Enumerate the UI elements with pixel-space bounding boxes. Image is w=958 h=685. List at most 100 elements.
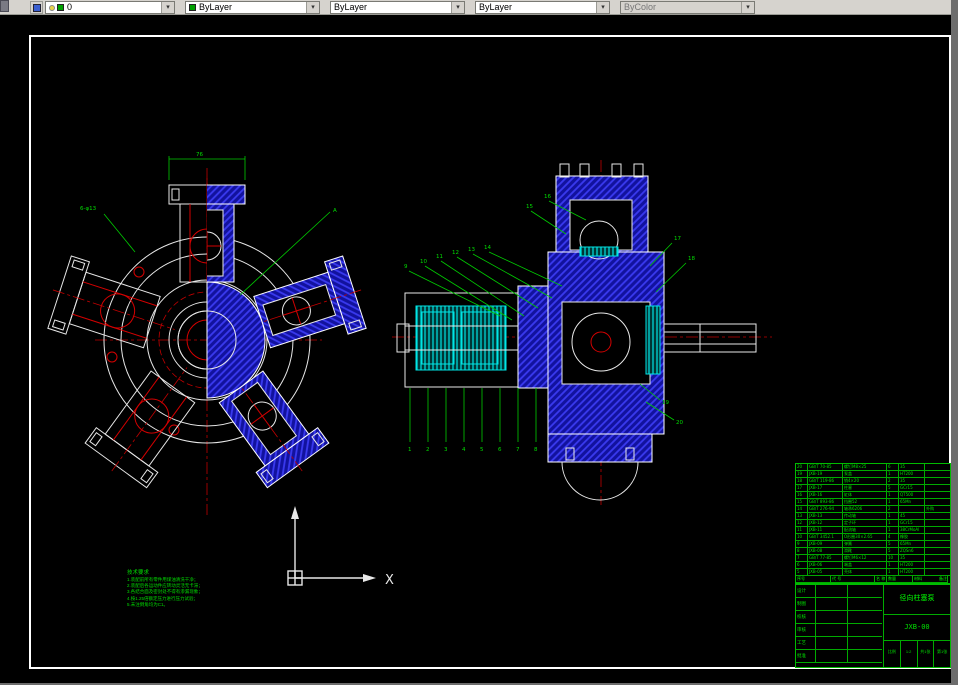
signature-name-cell <box>816 637 848 650</box>
table-header-row: 序号 代 号 名 称 数量 材料 备注 <box>796 576 950 583</box>
table-row: 14 GB/T 276-94 轴承6206 2 外购 <box>796 506 950 513</box>
cell-remark: 外购 <box>925 506 950 513</box>
cell-code: JXB-19 <box>808 471 843 478</box>
cell-qty: 4 <box>887 534 899 541</box>
current-color-swatch <box>189 4 196 11</box>
color-combo-value: ByLayer <box>199 2 233 12</box>
note-line: 3.各结合面及密封处不得有渗漏现象； <box>127 589 203 595</box>
cell-material: HT200 <box>899 562 925 569</box>
cell-material: HT200 <box>899 471 925 478</box>
color-combo[interactable]: ByLayer ▾ <box>185 1 320 14</box>
shaft-end <box>396 323 410 353</box>
cell-qty: 1 <box>887 569 899 576</box>
lineweight-combo-value: ByLayer <box>479 2 513 12</box>
flange-section <box>517 285 549 389</box>
bolt <box>579 163 590 178</box>
callout-label: 9 <box>404 264 408 270</box>
cell-remark <box>925 471 950 478</box>
note-line: 5.未注倒角均为C1。 <box>127 601 169 607</box>
dimension-label: 76 <box>196 152 203 158</box>
cell-code: GB/T 3452.1 <box>808 534 843 541</box>
title-block-meta: 比例 1:2 共1张 第1张 <box>884 641 950 667</box>
cell-qty: 2 <box>887 506 899 513</box>
lineweight-combo[interactable]: ByLayer ▾ <box>475 1 610 14</box>
notes-title: 技术要求 <box>127 570 150 576</box>
cell-remark <box>925 534 950 541</box>
cell-material: HT200 <box>899 569 925 576</box>
cell-item-no: 16 <box>796 492 808 499</box>
title-block: 设计 制图 校核 审核 工艺 批准 径向柱塞泵 JXB-00 比例 1:2 共1… <box>795 584 951 668</box>
cell-remark <box>925 541 950 548</box>
cell-name: 滑靴 <box>843 548 887 555</box>
table-row: 11 JXB-11 配流轴 1 38CrMoAl <box>796 527 950 534</box>
cad-application: { "colors": { "section_blue": "#2222cc",… <box>0 0 958 685</box>
cell-material: GCr15 <box>899 485 925 492</box>
chevron-down-icon[interactable]: ▾ <box>596 2 609 13</box>
cell-item-no: 12 <box>796 520 808 527</box>
technical-notes: 技术要求 1.装配前所有零件用煤油清洗干净； 2.装配后各运动件应转动灵活无卡滞… <box>127 570 207 608</box>
valve-seat <box>579 246 619 257</box>
signature-date-cell <box>848 598 882 611</box>
ucs-x-axis-label: X <box>385 573 394 588</box>
cell-qty: 6 <box>887 464 899 471</box>
cell-material: 35 <box>899 478 925 485</box>
cell-item-no: 8 <box>796 548 808 555</box>
cell-qty: 1 <box>887 520 899 527</box>
signature-label: 校核 <box>796 611 816 624</box>
signature-label: 制图 <box>796 598 816 611</box>
column-header: 序号 <box>796 576 831 583</box>
cell-item-no: 5 <box>796 569 808 576</box>
bolt <box>559 163 570 178</box>
signature-name-cell <box>816 585 848 598</box>
linetype-combo[interactable]: ByLayer ▾ <box>330 1 465 14</box>
cell-item-no: 18 <box>796 478 808 485</box>
bolt-hole <box>106 351 118 363</box>
plotstyle-combo-value: ByColor <box>624 2 657 12</box>
callout-label: 14 <box>484 245 491 251</box>
layer-combo[interactable]: 0 ▾ <box>45 1 175 14</box>
chevron-down-icon[interactable]: ▾ <box>451 2 464 13</box>
cell-remark <box>925 499 950 506</box>
cell-item-no: 15 <box>796 499 808 506</box>
cell-qty: 1 <box>887 492 899 499</box>
sheet-count: 共1张 <box>918 641 935 667</box>
signature-date-cell <box>848 650 882 663</box>
cell-name: 壳体 <box>843 569 887 576</box>
callout-label: 1 <box>408 447 412 453</box>
cell-remark <box>925 562 950 569</box>
cell-material: 38CrMoAl <box>899 527 925 534</box>
sheet-number: 第1张 <box>937 649 948 654</box>
cell-item-no: 6 <box>796 562 808 569</box>
layer-color-swatch <box>57 4 64 11</box>
table-row: 5 JXB-05 壳体 1 HT200 <box>796 569 950 576</box>
cell-remark <box>925 478 950 485</box>
table-row: 20 GB/T 70-85 螺钉M8×25 6 35 <box>796 464 950 471</box>
chevron-down-icon[interactable]: ▾ <box>306 2 319 13</box>
callout-label: 6 <box>498 447 502 453</box>
signature-row: 制图 <box>796 598 883 611</box>
callout-label: 20 <box>676 420 683 426</box>
cell-code: JXB-08 <box>808 548 843 555</box>
notes-lines: 1.装配前所有零件用煤油清洗干净； 2.装配后各运动件应转动灵活无卡滞； 3.各… <box>127 577 207 608</box>
signature-label: 工艺 <box>796 637 816 650</box>
cell-material: 65Mn <box>899 499 925 506</box>
table-row: 6 JXB-06 端盖 1 HT200 <box>796 562 950 569</box>
window-menu-icon[interactable] <box>0 0 9 12</box>
plotstyle-combo: ByColor ▾ <box>620 1 755 14</box>
cell-remark <box>925 492 950 499</box>
cell-material: 橡胶 <box>899 534 925 541</box>
note-line: 4.按1.25倍额定压力进行压力试验； <box>127 595 199 601</box>
cell-qty: 1 <box>887 562 899 569</box>
drawing-title: 径向柱塞泵 <box>884 585 950 615</box>
cell-code: JXB-11 <box>808 527 843 534</box>
cell-name: O形圈30×2.65 <box>843 534 887 541</box>
layers-icon[interactable] <box>30 1 43 14</box>
housing-cavity <box>561 301 651 385</box>
cell-qty: 10 <box>887 555 899 562</box>
chevron-down-icon[interactable]: ▾ <box>161 2 174 13</box>
cell-material: 35 <box>899 464 925 471</box>
cell-qty: 1 <box>887 513 899 520</box>
table-row: 10 GB/T 3452.1 O形圈30×2.65 4 橡胶 <box>796 534 950 541</box>
cell-qty: 1 <box>887 499 899 506</box>
table-row: 8 JXB-08 滑靴 5 ZQSn6 <box>796 548 950 555</box>
